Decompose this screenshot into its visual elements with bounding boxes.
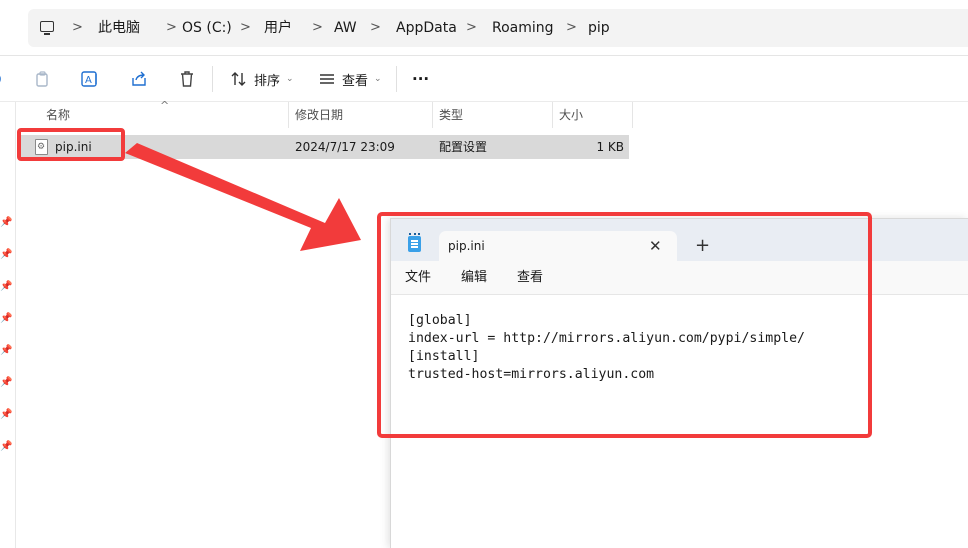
pin-icon[interactable]: 📌 — [0, 249, 12, 261]
chevron-right-icon[interactable]: > — [370, 9, 381, 47]
column-header-size[interactable]: 大小 — [559, 102, 583, 128]
computer-icon[interactable] — [40, 21, 54, 35]
column-header-name[interactable]: 名称 — [46, 102, 70, 128]
copy-icon[interactable] — [34, 65, 52, 93]
breadcrumb-appdata[interactable]: AppData — [396, 9, 457, 47]
column-divider[interactable] — [552, 102, 553, 128]
chevron-right-icon[interactable]: > — [166, 9, 177, 47]
more-options-button[interactable]: ··· — [412, 65, 429, 93]
chevron-down-icon: ⌄ — [374, 74, 382, 84]
column-header-type[interactable]: 类型 — [439, 102, 463, 128]
pin-icon[interactable]: 📌 — [0, 281, 12, 293]
toolbar-divider — [212, 66, 213, 92]
sort-icon — [231, 72, 246, 86]
sort-label: 排序 — [254, 73, 281, 89]
pin-icon[interactable]: 📌 — [0, 377, 12, 389]
breadcrumb-this-pc[interactable]: 此电脑 — [98, 9, 140, 47]
breadcrumb-aw[interactable]: AW — [334, 9, 357, 47]
chevron-right-icon[interactable]: > — [466, 9, 477, 47]
chevron-right-icon[interactable]: > — [566, 9, 577, 47]
breadcrumb-users[interactable]: 用户 — [264, 9, 292, 47]
chevron-right-icon[interactable]: > — [240, 9, 251, 47]
pin-icon[interactable]: 📌 — [0, 313, 12, 325]
chevron-down-icon: ⌄ — [286, 74, 294, 84]
address-bar: > 此电脑 > OS (C:) > 用户 > AW > AppData > Ro… — [0, 0, 968, 56]
highlight-box-notepad — [377, 212, 872, 438]
pin-icon[interactable]: 📌 — [0, 409, 12, 421]
delete-icon[interactable] — [178, 65, 196, 93]
column-divider[interactable] — [432, 102, 433, 128]
navigation-pane: 📌 📌 📌 📌 📌 📌 📌 📌 — [0, 102, 16, 548]
command-bar: A 排序 ⌄ 查看 ⌄ ··· — [0, 56, 968, 102]
column-divider[interactable] — [632, 102, 633, 128]
breadcrumb-pip[interactable]: pip — [588, 9, 610, 47]
column-divider[interactable] — [288, 102, 289, 128]
pin-icon[interactable]: 📌 — [0, 345, 12, 357]
view-label: 查看 — [342, 73, 369, 89]
view-icon — [320, 74, 334, 84]
breadcrumb[interactable]: > 此电脑 > OS (C:) > 用户 > AW > AppData > Ro… — [28, 9, 968, 47]
svg-text:A: A — [85, 75, 92, 86]
pin-icon[interactable]: 📌 — [0, 217, 12, 229]
view-button[interactable]: 查看 ⌄ — [318, 65, 382, 93]
file-modified: 2024/7/17 23:09 — [295, 140, 395, 154]
pin-icon[interactable]: 📌 — [0, 441, 12, 453]
breadcrumb-roaming[interactable]: Roaming — [492, 9, 554, 47]
share-icon[interactable] — [130, 65, 148, 93]
sort-ascending-icon: ^ — [160, 99, 170, 112]
highlight-box-file — [17, 128, 125, 161]
chevron-right-icon[interactable]: > — [72, 9, 83, 47]
sort-button[interactable]: 排序 ⌄ — [230, 65, 294, 93]
file-type: 配置设置 — [439, 140, 488, 154]
file-size: 1 KB — [596, 140, 624, 154]
column-header-modified[interactable]: 修改日期 — [295, 102, 343, 128]
rename-icon[interactable]: A — [80, 65, 100, 93]
toolbar-divider — [396, 66, 397, 92]
chevron-right-icon[interactable]: > — [312, 9, 323, 47]
new-icon[interactable] — [0, 65, 4, 93]
breadcrumb-os-drive[interactable]: OS (C:) — [182, 9, 232, 47]
